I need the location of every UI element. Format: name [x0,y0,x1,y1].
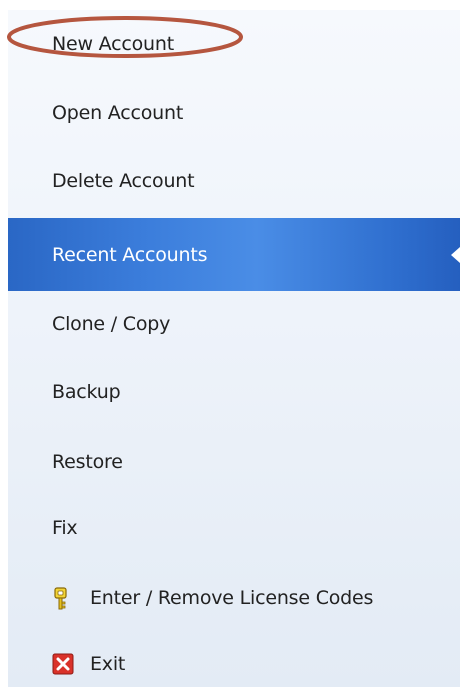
menu-item-label: Fix [52,517,78,539]
menu-item-clone-copy[interactable]: Clone / Copy [8,298,460,350]
exit-icon [52,653,74,675]
selection-pointer-icon [451,246,460,263]
menu-item-label: Backup [52,381,121,403]
menu-item-delete-account[interactable]: Delete Account [8,155,460,207]
menu-item-backup[interactable]: Backup [8,366,460,418]
menu-item-label: Recent Accounts [52,243,208,266]
menu-item-recent-accounts[interactable]: Recent Accounts [8,218,460,291]
menu-item-license-codes[interactable]: Enter / Remove License Codes [8,572,460,624]
key-icon [52,587,72,610]
menu-item-restore[interactable]: Restore [8,436,460,488]
menu-item-label: Enter / Remove License Codes [90,587,374,609]
menu-item-fix[interactable]: Fix [8,502,460,554]
menu-item-label: Open Account [52,102,184,124]
menu-item-label: Exit [90,653,126,675]
menu-item-exit[interactable]: Exit [8,638,460,687]
menu-item-open-account[interactable]: Open Account [8,87,460,139]
menu-item-label: Delete Account [52,170,195,192]
file-menu-panel: New Account Open Account Delete Account … [8,10,460,687]
menu-item-new-account[interactable]: New Account [8,18,460,70]
menu-item-label: Restore [52,451,123,473]
menu-item-label: Clone / Copy [52,313,171,335]
menu-item-label: New Account [52,33,174,55]
